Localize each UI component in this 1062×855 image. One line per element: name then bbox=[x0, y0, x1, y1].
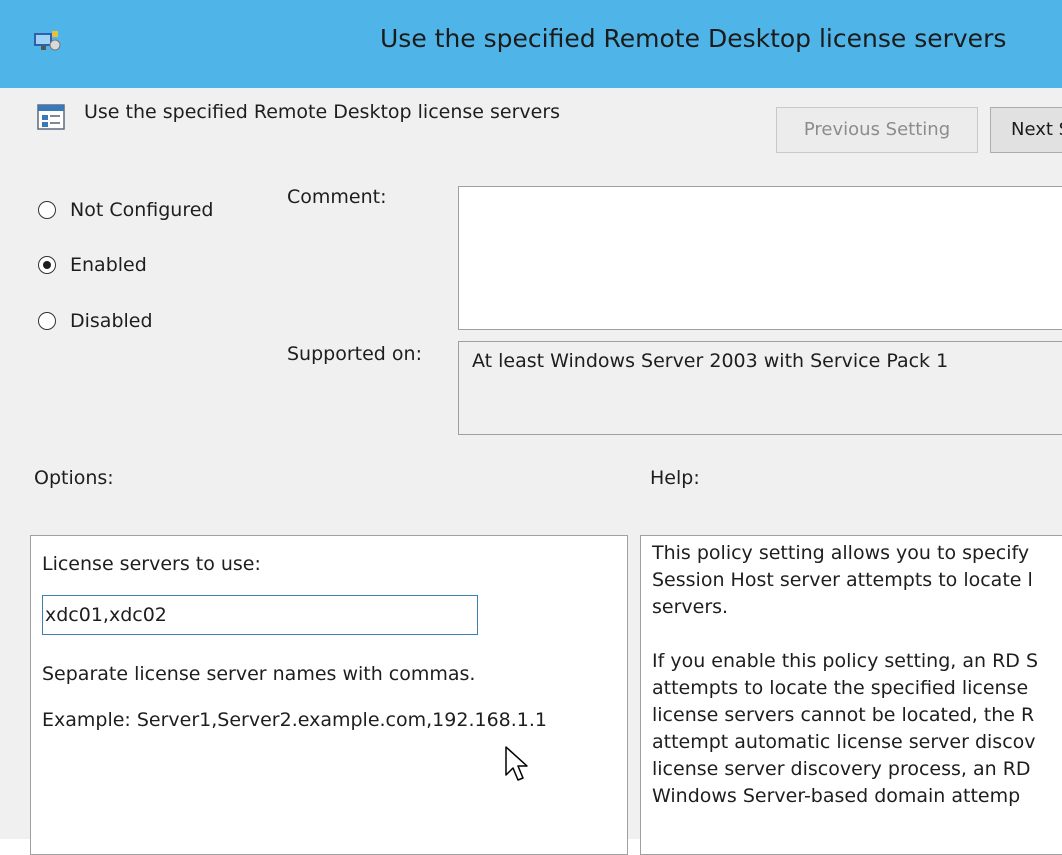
radio-button[interactable] bbox=[38, 312, 56, 330]
radio-label: Disabled bbox=[70, 310, 153, 332]
comment-label: Comment: bbox=[287, 186, 387, 208]
separator-hint: Separate license server names with comma… bbox=[42, 663, 476, 685]
radio-button[interactable] bbox=[38, 201, 56, 219]
help-paragraph-1: This policy setting allows you to specif… bbox=[652, 542, 1033, 618]
example-text: Example: Server1,Server2.example.com,192… bbox=[42, 709, 548, 731]
comment-textarea[interactable] bbox=[458, 186, 1062, 330]
radio-disabled[interactable]: Disabled bbox=[38, 306, 153, 336]
title-bar: Use the specified Remote Desktop license… bbox=[0, 0, 1062, 88]
supported-on-label: Supported on: bbox=[287, 343, 422, 365]
group-policy-app-icon bbox=[34, 31, 61, 51]
license-servers-input[interactable] bbox=[42, 595, 478, 635]
radio-enabled[interactable]: Enabled bbox=[38, 250, 147, 280]
options-label: Options: bbox=[34, 467, 114, 489]
options-panel bbox=[30, 535, 628, 855]
mouse-pointer-icon bbox=[505, 746, 528, 781]
radio-label: Not Configured bbox=[70, 199, 214, 221]
radio-label: Enabled bbox=[70, 254, 147, 276]
previous-setting-button[interactable]: Previous Setting bbox=[776, 107, 978, 153]
window-title: Use the specified Remote Desktop license… bbox=[380, 24, 1007, 53]
policy-setting-icon bbox=[37, 104, 65, 130]
help-paragraph-2: If you enable this policy setting, an RD… bbox=[652, 650, 1039, 807]
license-servers-label: License servers to use: bbox=[42, 553, 261, 575]
supported-on-value: At least Windows Server 2003 with Servic… bbox=[458, 341, 1062, 435]
next-setting-button[interactable]: Next Setting bbox=[990, 107, 1062, 153]
policy-heading: Use the specified Remote Desktop license… bbox=[84, 101, 561, 123]
radio-button-selected[interactable] bbox=[38, 256, 56, 274]
radio-not-configured[interactable]: Not Configured bbox=[38, 195, 213, 225]
help-label: Help: bbox=[650, 467, 700, 489]
help-panel[interactable]: This policy setting allows you to specif… bbox=[640, 535, 1062, 855]
